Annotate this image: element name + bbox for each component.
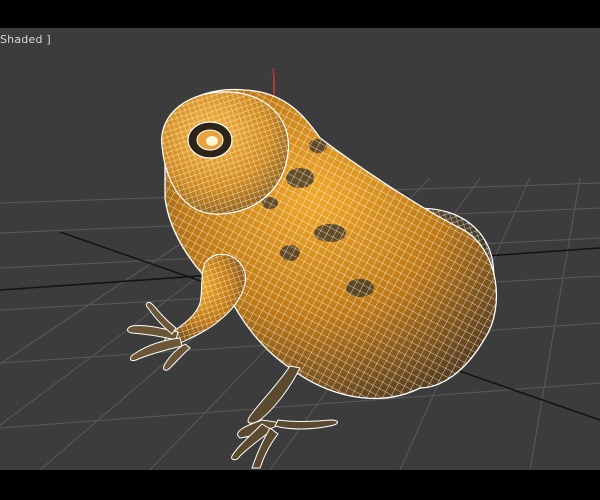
viewport-scene[interactable]: z	[0, 28, 600, 470]
perspective-viewport[interactable]: Shaded ] z	[0, 28, 600, 470]
top-bar	[0, 0, 600, 28]
frog-eye[interactable]	[187, 121, 233, 159]
gizmo-z-label: z	[271, 66, 275, 75]
bottom-bar	[0, 470, 600, 500]
